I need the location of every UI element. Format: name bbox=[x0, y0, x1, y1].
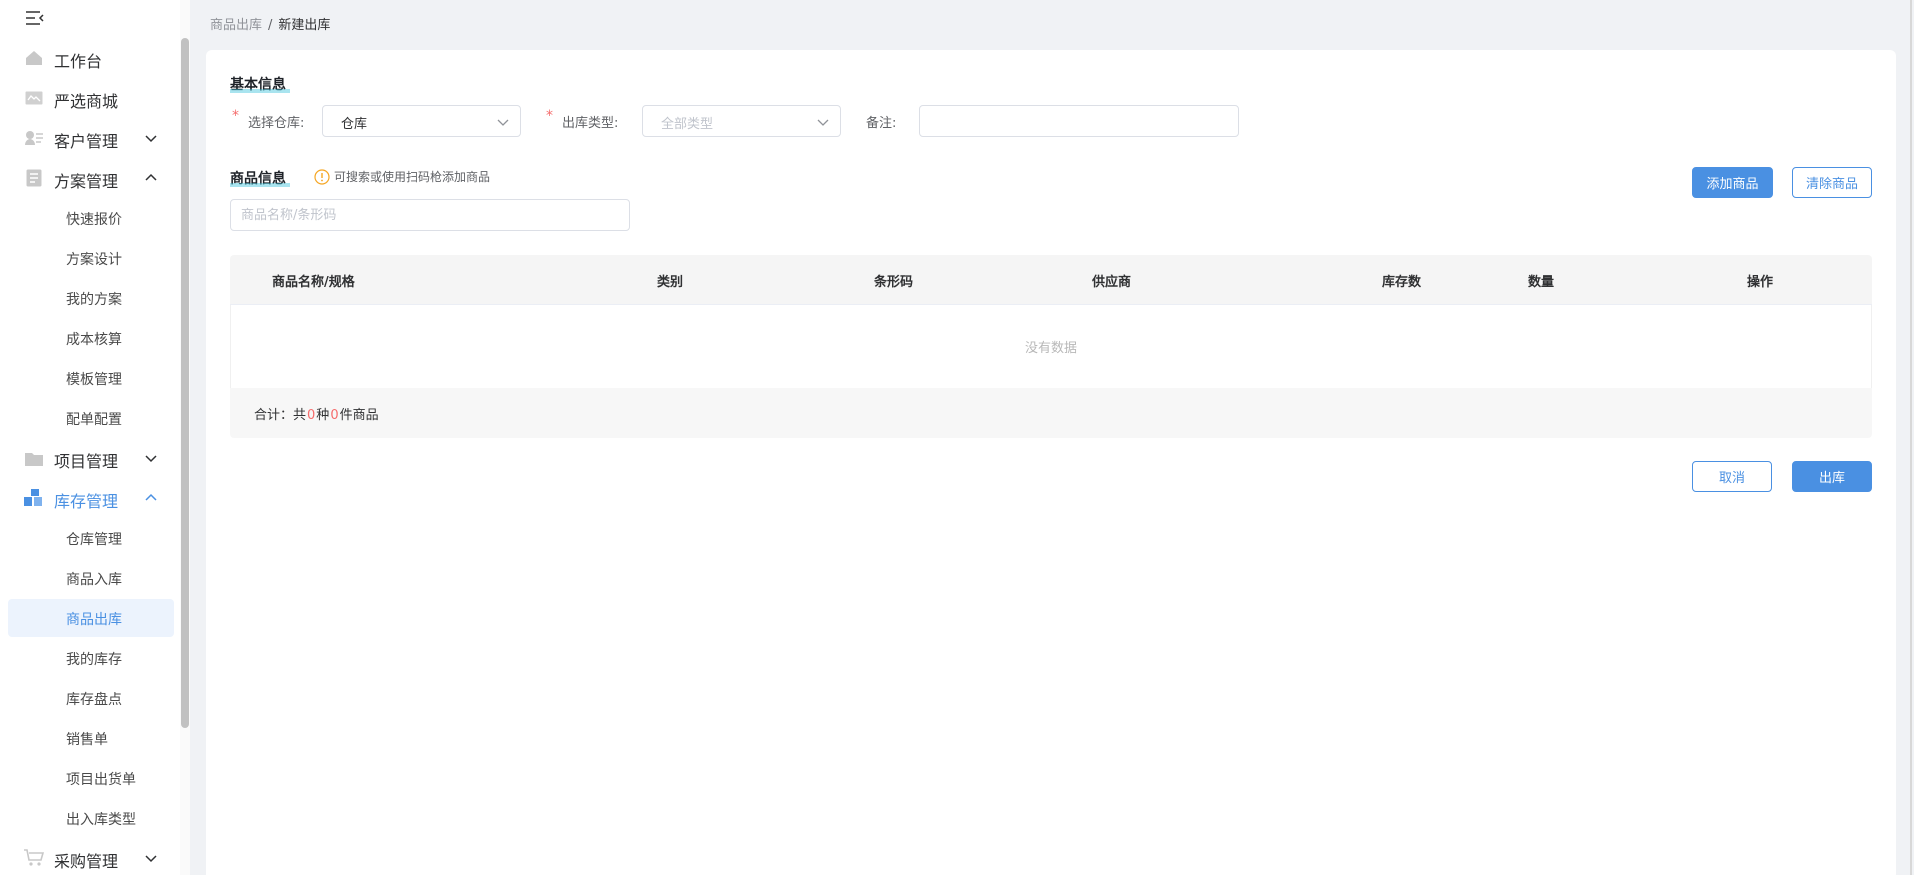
breadcrumb-current: 新建出库 bbox=[278, 18, 331, 33]
sidebar-subitem-goods-in[interactable]: 商品入库 bbox=[8, 559, 174, 597]
sidebar-item-inventory[interactable]: 库存管理 bbox=[0, 478, 180, 518]
breadcrumb: 商品出库 / 新建出库 bbox=[210, 14, 330, 33]
remark-label: 备注: bbox=[866, 116, 897, 131]
warehouse-label: 选择仓库: bbox=[248, 116, 305, 131]
home-icon bbox=[24, 49, 44, 67]
sidebar-item-label: 工作台 bbox=[54, 52, 103, 71]
warning-icon bbox=[314, 168, 330, 185]
column-header-category: 类别 bbox=[657, 275, 684, 290]
folder-icon bbox=[24, 449, 44, 467]
chevron-up-icon bbox=[145, 173, 157, 181]
sidebar-subitem-template-manage[interactable]: 模板管理 bbox=[8, 359, 174, 397]
breadcrumb-parent-link[interactable]: 商品出库 bbox=[210, 18, 262, 33]
goods-search-input[interactable] bbox=[230, 199, 630, 231]
column-header-name: 商品名称/规格 bbox=[272, 275, 355, 290]
chevron-down-icon bbox=[497, 119, 509, 126]
sidebar-item-mall[interactable]: 严选商城 bbox=[0, 78, 180, 118]
outbound-type-select[interactable]: 全部类型 bbox=[642, 105, 841, 137]
goods-hint: 可搜索或使用扫码枪添加商品 bbox=[314, 168, 490, 185]
column-header-stock: 库存数 bbox=[1382, 275, 1422, 290]
submit-outbound-button[interactable]: 出库 bbox=[1792, 461, 1872, 492]
add-goods-button[interactable]: 添加商品 bbox=[1692, 167, 1773, 198]
outbound-type-label: 出库类型: bbox=[562, 116, 619, 131]
chevron-down-icon bbox=[817, 119, 829, 126]
remark-input[interactable] bbox=[919, 105, 1239, 137]
table-body: 没有数据 bbox=[230, 305, 1872, 388]
app-root: 工作台 严选商城 客户管理 方案管理 快速报价 方案设计 我的方案 成本核算 模… bbox=[0, 0, 1914, 875]
plan-icon bbox=[24, 169, 44, 187]
sidebar-subitem-my-plans[interactable]: 我的方案 bbox=[8, 279, 174, 317]
sidebar-subitem-warehouse-manage[interactable]: 仓库管理 bbox=[8, 519, 174, 557]
empty-state-text: 没有数据 bbox=[1024, 341, 1077, 356]
sidebar-item-label: 客户管理 bbox=[54, 132, 119, 151]
sidebar-subitem-io-types[interactable]: 出入库类型 bbox=[8, 799, 174, 837]
sidebar-item-project[interactable]: 项目管理 bbox=[0, 438, 180, 478]
mall-icon bbox=[24, 89, 44, 107]
sidebar-item-workbench[interactable]: 工作台 bbox=[0, 38, 180, 78]
table-header: 商品名称/规格 类别 条形码 供应商 库存数 数量 操作 bbox=[230, 255, 1872, 305]
collapse-menu-icon[interactable] bbox=[24, 8, 46, 28]
sidebar-item-label: 项目管理 bbox=[54, 452, 119, 471]
page-scrollbar[interactable] bbox=[1910, 0, 1912, 875]
sidebar-item-label: 严选商城 bbox=[54, 92, 119, 111]
customer-icon bbox=[24, 129, 44, 147]
cancel-button[interactable]: 取消 bbox=[1692, 461, 1772, 492]
sidebar-item-plan[interactable]: 方案管理 bbox=[0, 158, 180, 198]
chevron-down-icon bbox=[145, 455, 157, 463]
sidebar-item-customer[interactable]: 客户管理 bbox=[0, 118, 180, 158]
breadcrumb-separator: / bbox=[268, 18, 273, 33]
column-header-barcode: 条形码 bbox=[874, 275, 914, 290]
sidebar-subitem-goods-out[interactable]: 商品出库 bbox=[8, 599, 174, 637]
sidebar-subitem-plan-design[interactable]: 方案设计 bbox=[8, 239, 174, 277]
sidebar-subitem-cost-accounting[interactable]: 成本核算 bbox=[8, 319, 174, 357]
sidebar-subitem-sales-order[interactable]: 销售单 bbox=[8, 719, 174, 757]
inventory-icon bbox=[24, 489, 44, 507]
basic-info-title: 基本信息 bbox=[230, 77, 286, 93]
sidebar-item-purchase[interactable]: 采购管理 bbox=[0, 838, 180, 875]
required-mark: * bbox=[546, 108, 553, 124]
total-kinds: 0 bbox=[307, 408, 316, 423]
sidebar-subitem-stocktaking[interactable]: 库存盘点 bbox=[8, 679, 174, 717]
column-header-actions: 操作 bbox=[1747, 275, 1774, 290]
sidebar-scrollbar[interactable] bbox=[181, 38, 189, 728]
goods-table: 商品名称/规格 类别 条形码 供应商 库存数 数量 操作 没有数据 合计：共0种… bbox=[230, 255, 1872, 438]
sidebar-item-label: 库存管理 bbox=[54, 492, 119, 511]
column-header-quantity: 数量 bbox=[1528, 275, 1555, 290]
sidebar: 工作台 严选商城 客户管理 方案管理 快速报价 方案设计 我的方案 成本核算 模… bbox=[0, 0, 190, 875]
chevron-down-icon bbox=[145, 135, 157, 143]
clear-goods-button[interactable]: 清除商品 bbox=[1792, 167, 1872, 198]
total-count: 0 bbox=[330, 408, 339, 423]
sidebar-item-label: 方案管理 bbox=[54, 172, 119, 191]
column-header-supplier: 供应商 bbox=[1092, 275, 1132, 290]
sidebar-subitem-my-stock[interactable]: 我的库存 bbox=[8, 639, 174, 677]
table-summary: 合计：共0种0件商品 bbox=[230, 388, 1872, 438]
cart-icon bbox=[24, 849, 44, 867]
outbound-form-card: 基本信息 * 选择仓库: 仓库 * 出库类型: 全部类型 备注: 商品信息 可搜… bbox=[206, 50, 1896, 875]
sidebar-subitem-order-config[interactable]: 配单配置 bbox=[8, 399, 174, 437]
sidebar-item-label: 采购管理 bbox=[54, 852, 119, 871]
sidebar-subitem-project-shipment[interactable]: 项目出货单 bbox=[8, 759, 174, 797]
warehouse-select[interactable]: 仓库 bbox=[322, 105, 521, 137]
goods-info-title: 商品信息 bbox=[230, 171, 286, 187]
chevron-down-icon bbox=[145, 855, 157, 863]
total-summary: 合计：共0种0件商品 bbox=[254, 408, 379, 423]
sidebar-subitem-quick-quote[interactable]: 快速报价 bbox=[8, 199, 174, 237]
chevron-up-icon bbox=[145, 493, 157, 501]
required-mark: * bbox=[232, 108, 239, 124]
